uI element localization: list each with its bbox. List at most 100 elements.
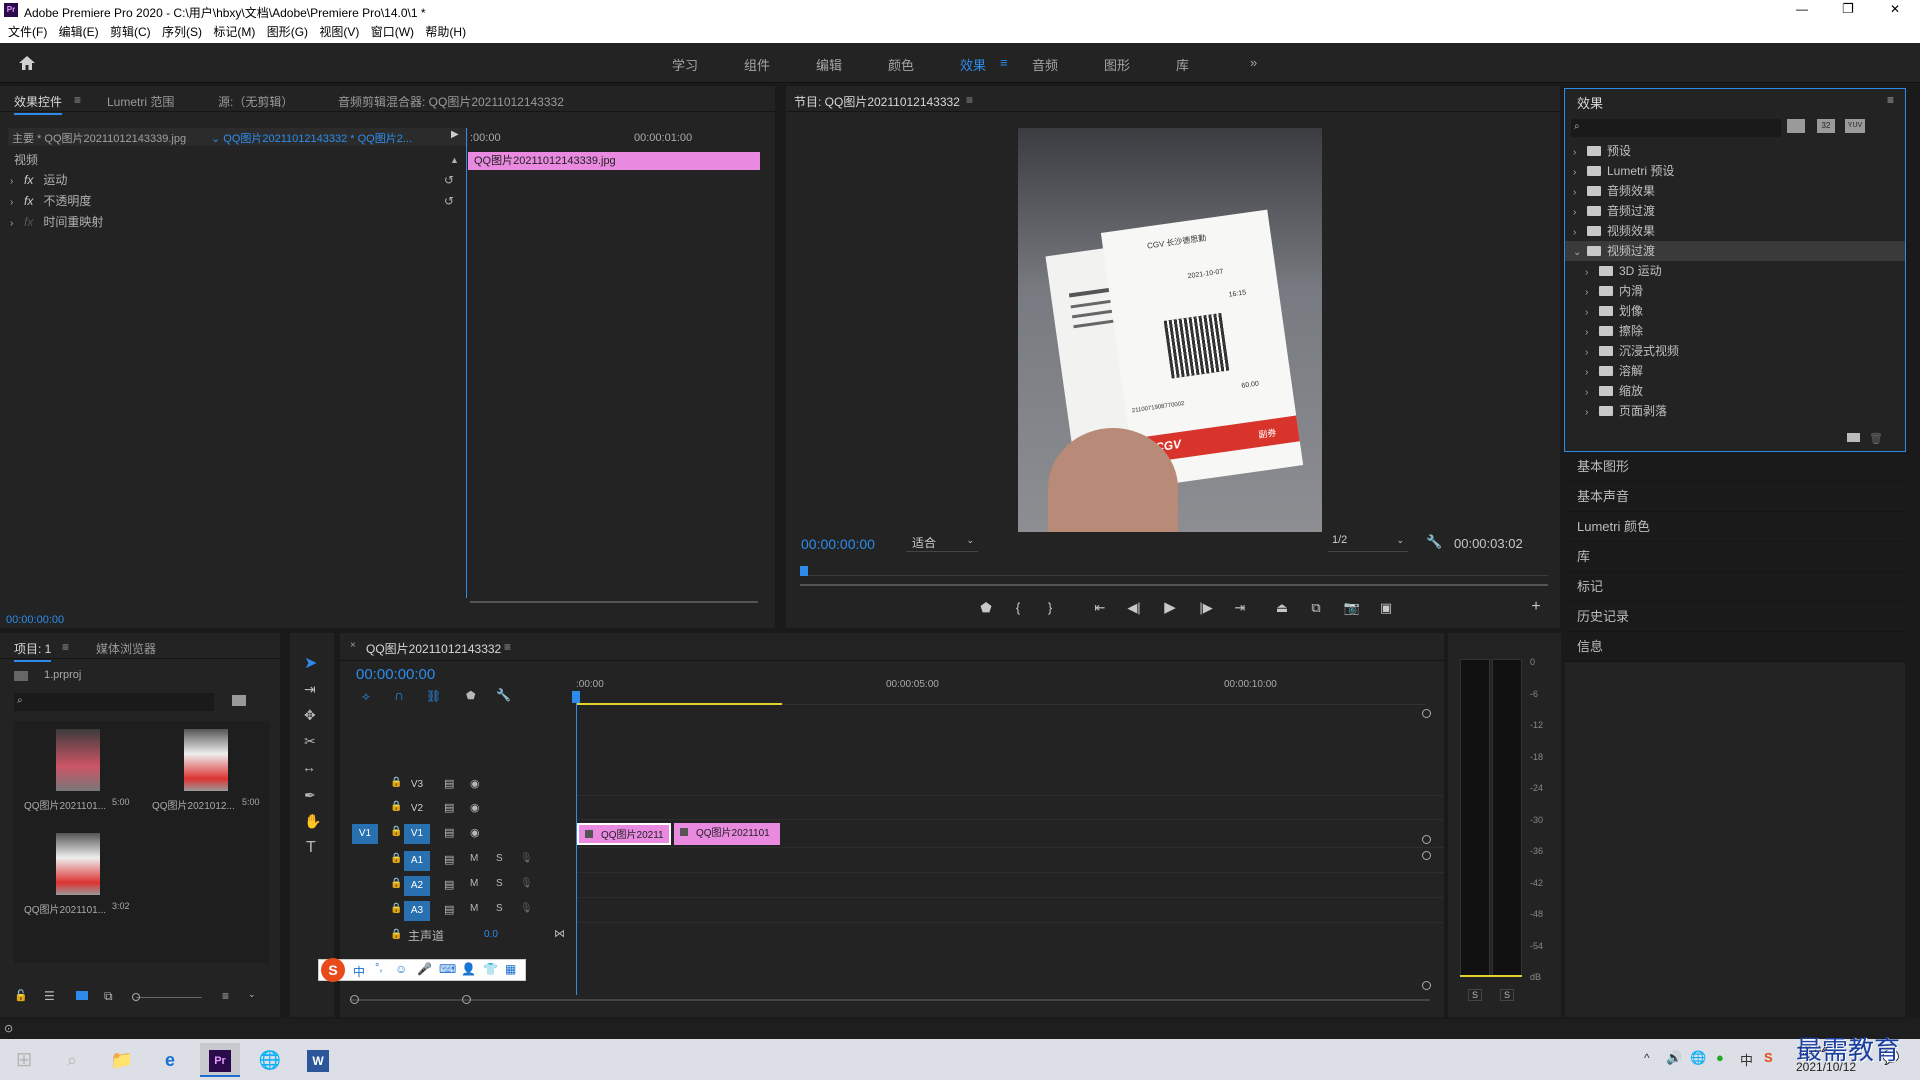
ec-playhead[interactable] xyxy=(466,128,467,598)
effect-opacity[interactable]: › fx 不透明度 ↺ xyxy=(0,191,463,211)
panel-menu-icon[interactable]: ≡ xyxy=(62,640,69,654)
effects-tree-item[interactable]: › 音频过渡 xyxy=(1565,201,1905,221)
word-icon[interactable]: W xyxy=(298,1043,338,1077)
effects-tree-item[interactable]: › 擦除 xyxy=(1565,321,1905,341)
mute-button[interactable]: M xyxy=(470,903,478,914)
panel-libraries[interactable]: 库 xyxy=(1565,542,1905,572)
workspace-learn[interactable]: 学习 xyxy=(672,55,698,74)
work-area-bar[interactable] xyxy=(576,703,782,705)
search-icon[interactable]: ⌕ xyxy=(52,1043,92,1077)
step-forward-icon[interactable]: |▶ xyxy=(1196,600,1216,616)
eye-icon[interactable]: ◉ xyxy=(470,777,480,790)
expand-arrow-icon[interactable]: › xyxy=(10,193,24,213)
nest-icon[interactable]: ⟡ xyxy=(362,689,370,704)
add-marker-icon[interactable]: ⬟ xyxy=(466,689,476,702)
ime-chinese-toggle[interactable]: 中 xyxy=(353,963,365,980)
list-view-icon[interactable]: ☰ xyxy=(44,989,55,1003)
scroll-handle[interactable] xyxy=(350,995,359,1004)
type-tool-icon[interactable]: T xyxy=(306,839,316,857)
icon-view-icon[interactable] xyxy=(76,991,88,1000)
keyboard-icon[interactable]: ⌨ xyxy=(439,962,456,976)
sync-lock-icon[interactable]: ▤ xyxy=(444,878,454,891)
menu-file[interactable]: 文件(F) xyxy=(8,21,47,43)
play-icon[interactable]: ▶ xyxy=(1160,598,1180,616)
wrench-icon[interactable]: 🔧 xyxy=(1426,534,1442,550)
solo-button[interactable]: S xyxy=(496,878,503,889)
delete-icon[interactable]: 🗑 xyxy=(1869,432,1883,445)
panel-lumetri-color[interactable]: Lumetri 颜色 xyxy=(1565,512,1905,542)
chevron-right-icon[interactable]: › xyxy=(1573,163,1587,183)
add-marker-icon[interactable]: ⬟ xyxy=(976,600,996,616)
expand-arrow-icon[interactable]: › xyxy=(10,214,24,234)
menu-window[interactable]: 窗口(W) xyxy=(371,21,414,43)
lock-icon[interactable]: 🔒 xyxy=(390,777,402,788)
mark-in-icon[interactable]: { xyxy=(1008,600,1028,615)
effects-search-input[interactable] xyxy=(1587,120,1777,136)
effects-tree-item[interactable]: › 页面剥落 xyxy=(1565,401,1905,421)
track-target-v1[interactable]: V1 xyxy=(404,824,430,844)
export-frame-icon[interactable]: 📷 xyxy=(1342,600,1362,616)
play-only-clip-icon[interactable]: ▶ xyxy=(451,129,459,140)
solo-button[interactable]: S xyxy=(496,853,503,864)
effects-tree-item[interactable]: › 音频效果 xyxy=(1565,181,1905,201)
menu-graphics[interactable]: 图形(G) xyxy=(267,21,308,43)
panel-menu-icon[interactable]: ≡ xyxy=(1887,93,1894,107)
browser-icon[interactable]: 🌐 xyxy=(250,1043,290,1077)
chevron-down-icon[interactable]: ⌄ xyxy=(248,989,256,1000)
chevron-right-icon[interactable]: › xyxy=(1585,343,1599,363)
menu-view[interactable]: 视图(V) xyxy=(319,21,359,43)
microphone-icon[interactable]: 🎙 xyxy=(520,903,533,914)
mark-out-icon[interactable]: } xyxy=(1040,600,1060,615)
solo-button[interactable]: S xyxy=(496,903,503,914)
premiere-taskbar-icon[interactable]: Pr xyxy=(200,1043,240,1077)
tab-effect-controls[interactable]: 效果控件 xyxy=(14,93,63,115)
effects-search-field[interactable]: ⌕ xyxy=(1571,119,1781,137)
slider-handle[interactable] xyxy=(132,993,140,1001)
effects-tree-item[interactable]: ⌄ 视频过渡 xyxy=(1565,241,1905,261)
go-to-in-icon[interactable]: ⇤ xyxy=(1090,600,1110,616)
track-target-a2[interactable]: A2 xyxy=(404,876,430,896)
chevron-right-icon[interactable]: › xyxy=(1573,223,1587,243)
program-timecode[interactable]: 00:00:00:00 xyxy=(801,536,875,552)
ripple-edit-tool-icon[interactable]: ✥ xyxy=(304,707,316,724)
expand-arrow-icon[interactable]: › xyxy=(10,172,24,192)
accelerated-effects-icon[interactable] xyxy=(1787,119,1805,133)
chevron-right-icon[interactable]: › xyxy=(1585,403,1599,423)
timeline-settings-icon[interactable]: 🔧 xyxy=(496,688,511,702)
tab-media-browser[interactable]: 媒体浏览器 xyxy=(96,640,156,657)
timeline-timecode[interactable]: 00:00:00:00 xyxy=(356,666,435,683)
tab-project[interactable]: 项目: 1 xyxy=(14,640,52,662)
panel-essential-sound[interactable]: 基本声音 xyxy=(1565,482,1905,512)
master-clip-label[interactable]: 主要 * QQ图片20211012143339.jpg xyxy=(12,130,186,146)
track-target-a1[interactable]: A1 xyxy=(404,851,430,871)
microphone-icon[interactable]: 🎙 xyxy=(520,853,533,864)
effect-motion[interactable]: › fx 运动 ↺ xyxy=(0,170,463,190)
home-icon[interactable] xyxy=(18,55,36,71)
timeline-horizontal-scrollbar[interactable] xyxy=(350,995,1430,1004)
new-bin-icon[interactable] xyxy=(1847,433,1860,442)
sequence-clip-dropdown[interactable]: ⌄ QQ图片20211012143332 * QQ图片2... xyxy=(211,130,412,146)
workspace-audio[interactable]: 音频 xyxy=(1032,55,1058,74)
close-tab-icon[interactable]: × xyxy=(350,640,356,651)
chevron-right-icon[interactable]: › xyxy=(1573,143,1587,163)
chevron-right-icon[interactable]: › xyxy=(1585,323,1599,343)
menu-edit[interactable]: 编辑(E) xyxy=(59,21,99,43)
yuv-effects-icon[interactable]: YUV xyxy=(1845,119,1865,133)
scroll-handle[interactable] xyxy=(1422,709,1431,718)
effects-tree-item[interactable]: › 预设 xyxy=(1565,141,1905,161)
program-playhead[interactable] xyxy=(800,566,808,576)
close-button[interactable]: ✕ xyxy=(1890,2,1900,16)
fit-dropdown[interactable]: 适合 ⌄ xyxy=(906,534,978,552)
sogou-logo-icon[interactable]: S xyxy=(321,958,345,982)
project-item[interactable]: QQ图片2021012... 5:00 xyxy=(142,721,270,823)
lift-icon[interactable]: ⏏ xyxy=(1272,600,1292,616)
chevron-right-icon[interactable]: › xyxy=(1585,383,1599,403)
lock-icon[interactable]: 🔒 xyxy=(390,801,402,812)
tray-chevron-icon[interactable]: ^ xyxy=(1644,1051,1650,1065)
chevron-right-icon[interactable]: › xyxy=(1573,203,1587,223)
sync-lock-icon[interactable]: ▤ xyxy=(444,801,454,814)
effects-tree-item[interactable]: › 视频效果 xyxy=(1565,221,1905,241)
program-time-ruler[interactable] xyxy=(800,566,1548,576)
comparison-view-icon[interactable]: ▣ xyxy=(1376,600,1396,616)
chevron-down-icon[interactable]: ⌄ xyxy=(1573,243,1587,263)
